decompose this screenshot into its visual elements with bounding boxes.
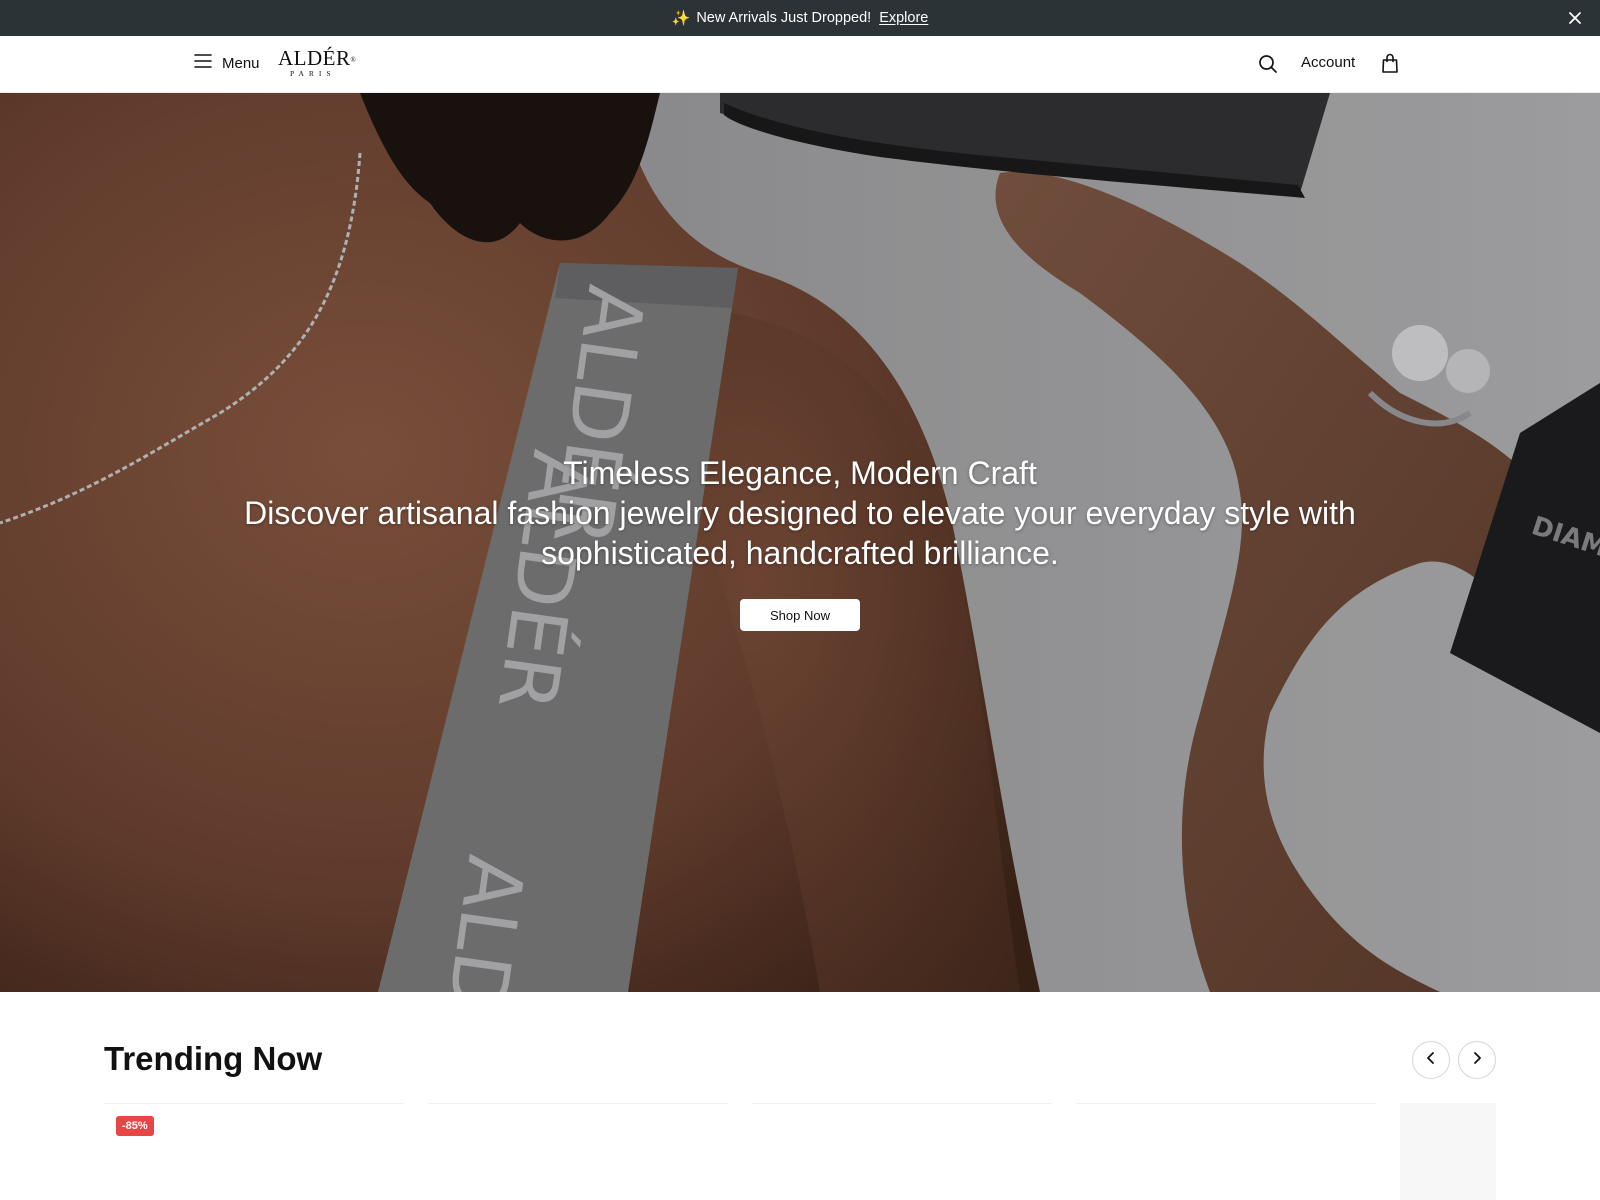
product-card[interactable]: -85% — [104, 1103, 404, 1200]
announcement-message: New Arrivals Just Dropped! — [696, 10, 872, 26]
product-card[interactable] — [428, 1103, 728, 1200]
sparkle-icon: ✨ — [671, 10, 691, 27]
announcement-bar: ✨ New Arrivals Just Dropped! Explore — [0, 0, 1600, 36]
product-card[interactable] — [1400, 1103, 1496, 1200]
shop-now-button[interactable]: Shop Now — [740, 599, 860, 631]
menu-label: Menu — [222, 55, 260, 72]
shopping-bag-icon[interactable] — [1380, 52, 1400, 74]
hamburger-icon — [194, 53, 212, 74]
product-card[interactable] — [1076, 1103, 1376, 1200]
carousel-prev-button[interactable] — [1412, 1041, 1450, 1079]
hero-text: Timeless Elegance, Modern Craft Discover… — [0, 453, 1600, 573]
search-icon[interactable] — [1257, 53, 1279, 75]
product-card[interactable] — [752, 1103, 1052, 1200]
hero-subtitle: Discover artisanal fashion jewelry desig… — [244, 495, 1356, 571]
logo-subtitle: PARIS — [290, 69, 336, 78]
carousel-next-button[interactable] — [1458, 1041, 1496, 1079]
chevron-right-icon — [1471, 1051, 1483, 1070]
account-link[interactable]: Account — [1301, 54, 1355, 71]
brand-logo[interactable]: ALDÉR® PARIS — [278, 48, 358, 80]
hero-title: Timeless Elegance, Modern Craft — [563, 455, 1037, 491]
chevron-left-icon — [1425, 1051, 1437, 1070]
site-header: Menu ALDÉR® PARIS Account — [0, 36, 1600, 93]
explore-link[interactable]: Explore — [879, 10, 928, 26]
close-icon[interactable] — [1566, 9, 1584, 27]
hero-banner: ALDÉR ALDÉR ALDÉR DIAMO Timeless Eleganc… — [0, 93, 1600, 992]
menu-button[interactable]: Menu — [194, 53, 260, 74]
section-title: Trending Now — [104, 1040, 323, 1077]
logo-wordmark: ALDÉR® — [278, 46, 357, 70]
discount-badge: -85% — [116, 1116, 154, 1136]
